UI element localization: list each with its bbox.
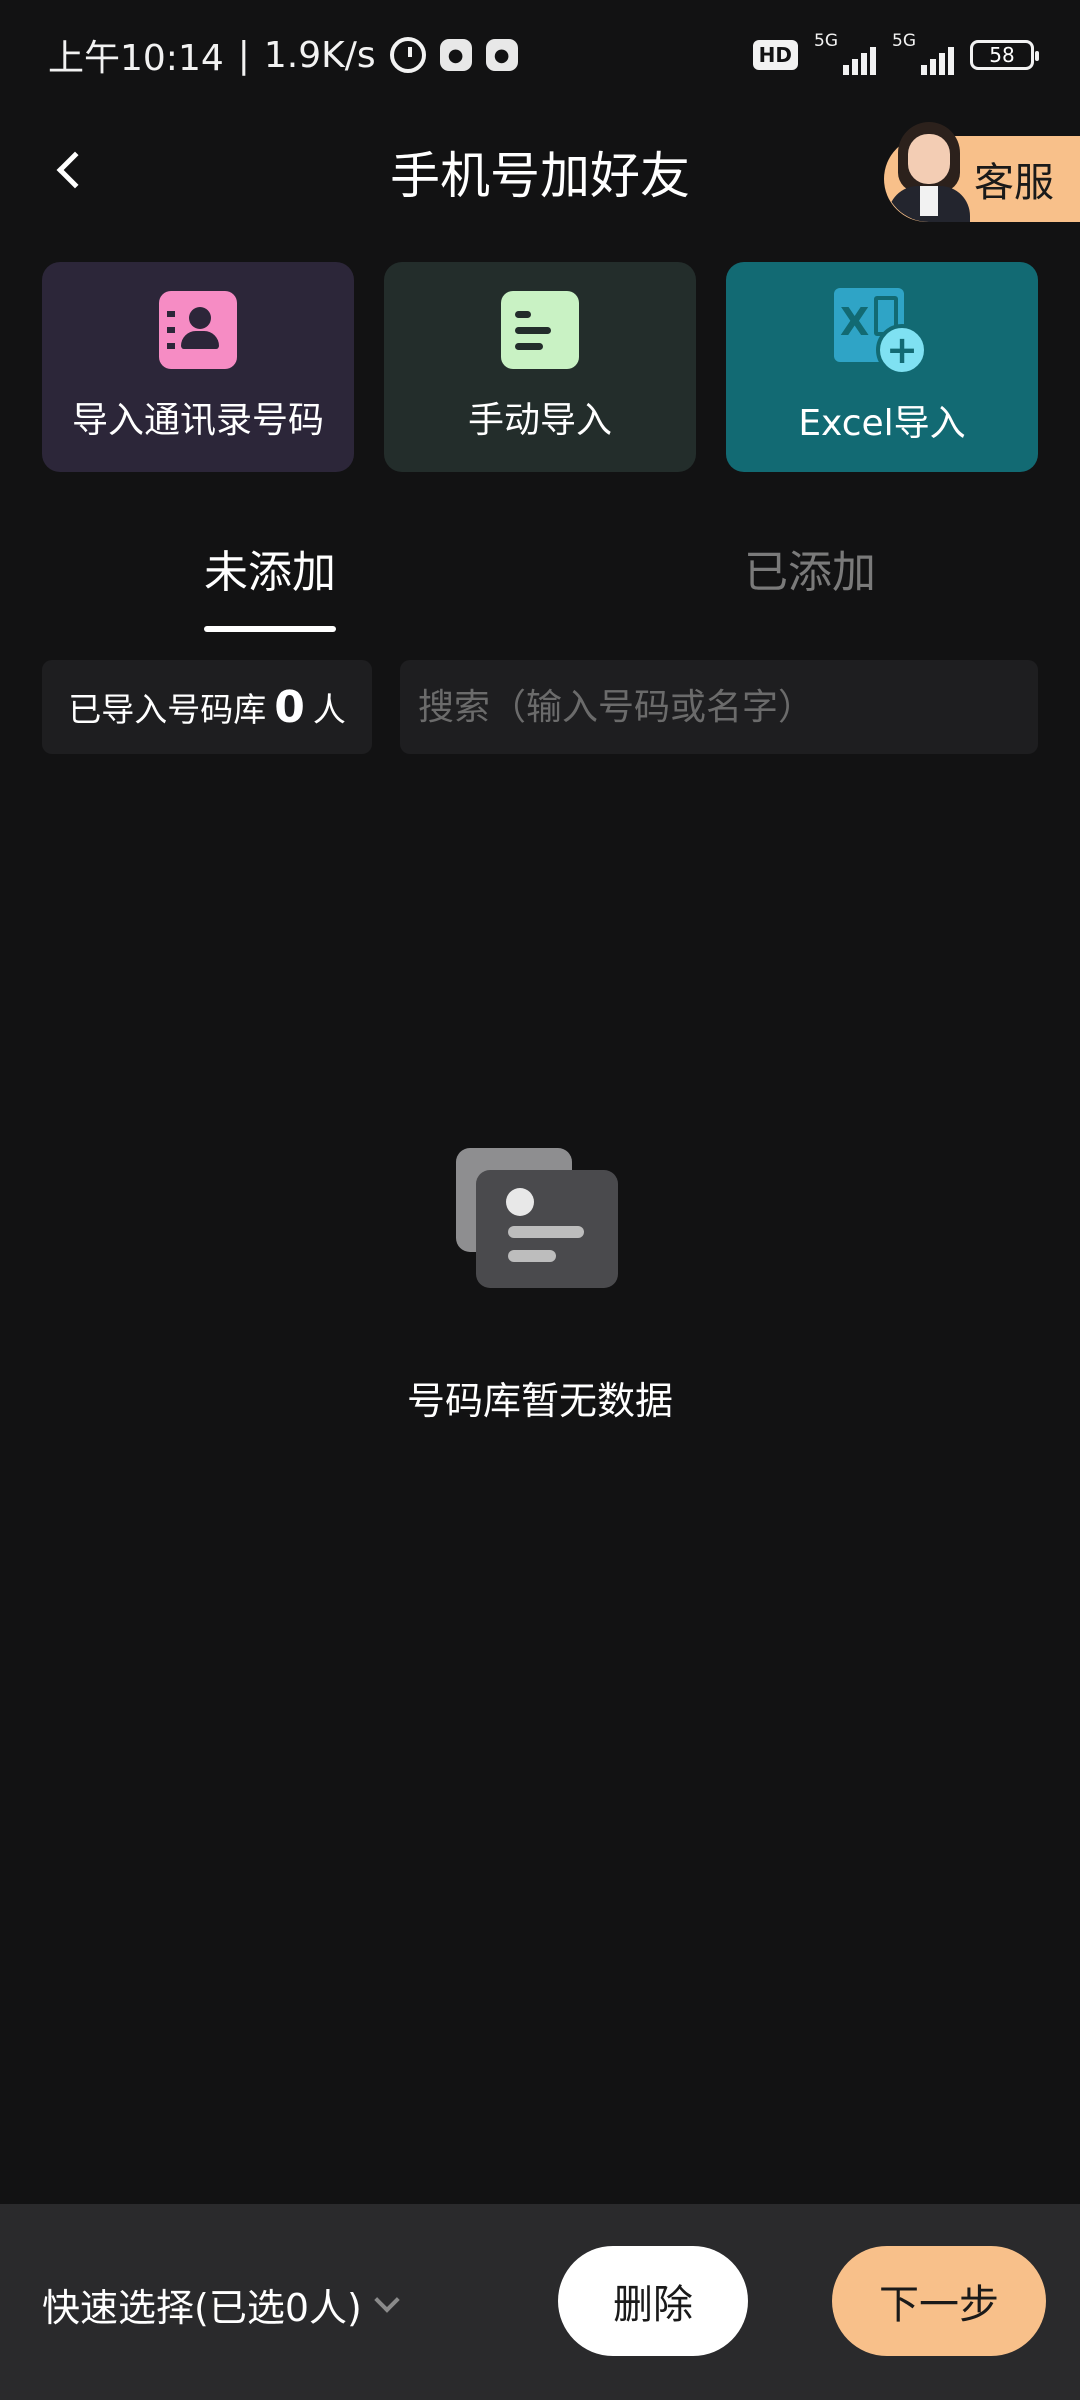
empty-state-illustration: [456, 1148, 624, 1290]
signal-bars: [843, 47, 876, 75]
imported-count-value: 0: [274, 681, 305, 733]
header: 手机号加好友 客服: [0, 118, 1080, 222]
quick-select-dropdown[interactable]: 快速选择(已选0人): [42, 2274, 400, 2334]
search-input[interactable]: [400, 660, 1038, 754]
contacts-icon: [159, 291, 237, 369]
import-contacts-label: 导入通讯录号码: [71, 400, 324, 441]
imported-count-suffix: 人: [312, 690, 346, 729]
empty-state-text: 号码库暂无数据: [406, 1379, 673, 1423]
customer-service-button[interactable]: 客服: [884, 122, 1080, 222]
import-contacts-card[interactable]: 导入通讯录号码: [42, 262, 354, 472]
imported-count-prefix: 已导入号码库: [68, 690, 267, 729]
excel-icon: X +: [834, 288, 930, 376]
battery-icon: 58: [970, 40, 1039, 70]
tab-added[interactable]: 已添加: [540, 536, 1080, 600]
status-right: HD 5G 5G 58: [752, 31, 1039, 75]
excel-import-label: Excel导入: [798, 403, 966, 444]
active-tab-indicator: [204, 626, 336, 632]
manual-import-card[interactable]: 手动导入: [384, 262, 696, 472]
network-speed: 1.9K/s: [263, 34, 376, 76]
status-left: 上午10:14 | 1.9K/s ● ●: [48, 29, 518, 81]
manual-import-label: 手动导入: [467, 400, 612, 441]
alarm-icon: [389, 37, 426, 73]
delete-button[interactable]: 删除: [558, 2246, 748, 2356]
signal-icon-2: 5G: [892, 31, 954, 75]
tab-not-added[interactable]: 未添加: [0, 536, 540, 600]
signal-icon: 5G: [814, 31, 876, 75]
customer-service-label: 客服: [974, 160, 1054, 206]
bottom-action-bar: 快速选择(已选0人) 删除 下一步: [0, 2204, 1080, 2400]
signal-bars-2: [921, 47, 954, 75]
hd-badge: HD: [752, 40, 798, 70]
import-options: 导入通讯录号码 手动导入 X + Excel导入: [42, 262, 1038, 472]
service-agent-avatar: [884, 116, 974, 222]
chevron-down-icon: [374, 2287, 400, 2313]
excel-import-card[interactable]: X + Excel导入: [726, 262, 1038, 472]
page: 上午10:14 | 1.9K/s ● ● HD 5G 5G 58 手机号加好友: [0, 0, 1080, 2400]
imported-count-badge: 已导入号码库 0 人: [42, 660, 372, 754]
document-icon: [501, 291, 579, 369]
tab-bar: 未添加 已添加: [0, 536, 1080, 636]
status-time: 上午10:14: [48, 38, 224, 79]
app-notification-icon: ●: [439, 39, 472, 71]
next-step-button[interactable]: 下一步: [832, 2246, 1046, 2356]
status-bar: 上午10:14 | 1.9K/s ● ● HD 5G 5G 58: [0, 0, 1080, 110]
plus-icon: +: [876, 324, 928, 376]
status-separator: |: [237, 34, 250, 76]
wechat-icon: ●: [485, 39, 518, 71]
network-type-label-2: 5G: [892, 31, 916, 51]
network-type-label: 5G: [814, 31, 838, 51]
quick-select-label: 快速选择(已选0人): [42, 2285, 362, 2330]
